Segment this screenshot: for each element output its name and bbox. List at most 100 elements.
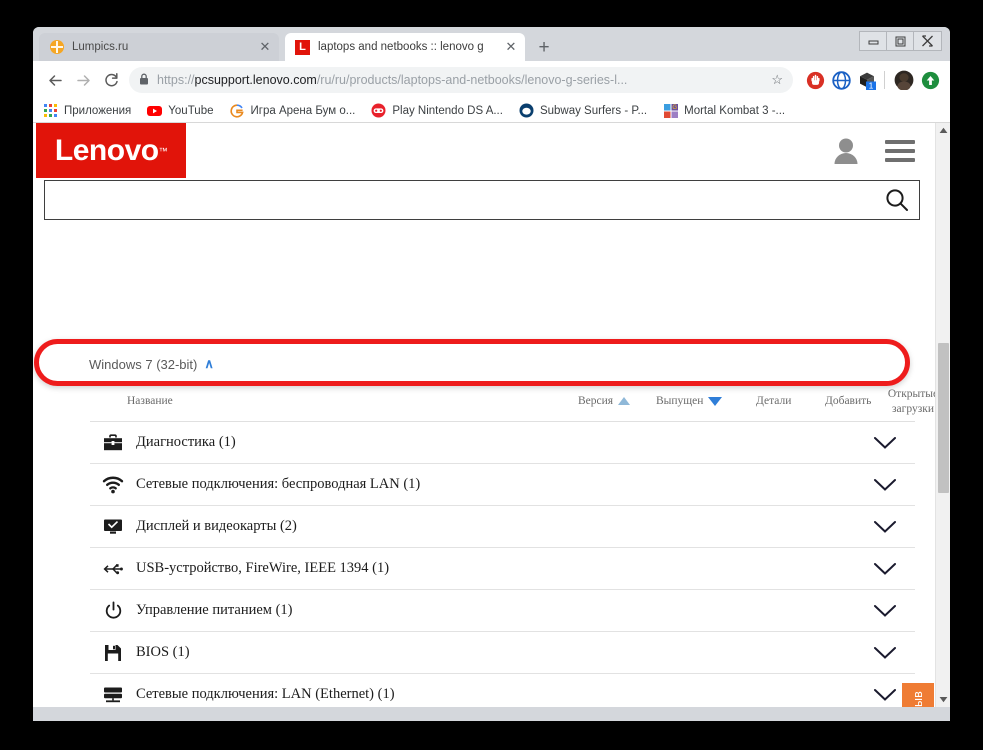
reload-icon [104,72,118,86]
row-label: Сетевые подключения: беспроводная LAN (1… [136,476,421,492]
google-g-icon [230,103,245,118]
column-header-name[interactable]: Название [127,395,173,407]
column-header-released-label: Выпущен [656,395,704,407]
apps-grid-icon [43,103,58,118]
star-icon[interactable]: ☆ [763,72,783,88]
search-input[interactable] [45,181,875,219]
row-label: Диагностика (1) [136,434,236,450]
table-row[interactable]: Сетевые подключения: LAN (Ethernet) (1) [90,674,915,707]
chevron-down-icon[interactable] [855,436,915,450]
new-tab-button[interactable]: + [533,38,555,60]
os-filter[interactable]: Windows 7 (32-bit) ∧ [89,356,214,372]
minimize-button[interactable] [860,32,887,50]
browser-window: Lumpics.ru ✕ L laptops and netbooks :: l… [33,27,950,721]
person-icon[interactable] [833,137,859,165]
bookmarks-bar: Приложения YouTube Игра Арена Бум о... P… [33,99,950,123]
site-header: Lenovo ™ [33,123,935,178]
browser-tab-lenovo[interactable]: L laptops and netbooks :: lenovo g ✕ [285,33,525,61]
browser-toolbar: https://pcsupport.lenovo.com/ru/ru/produ… [33,61,950,99]
table-row[interactable]: USB-устройство, FireWire, IEEE 1394 (1) [90,548,915,590]
table-row[interactable]: Дисплей и видеокарты (2) [90,506,915,548]
table-header-row: Название Версия Выпущен Детали Добавить … [90,382,935,422]
table-row[interactable]: Сетевые подключения: беспроводная LAN (1… [90,464,915,506]
lenovo-l-icon: L [295,39,310,55]
bookmark-play-nintendo[interactable]: Play Nintendo DS A... [371,103,503,118]
page-scrollbar[interactable] [935,123,950,707]
back-arrow-icon [48,74,62,86]
address-bar[interactable]: https://pcsupport.lenovo.com/ru/ru/produ… [129,67,793,93]
sort-ascending-icon [618,397,631,405]
bookmark-subway-surfers[interactable]: Subway Surfers - P... [519,103,647,118]
youtube-icon [147,103,163,118]
bookmark-youtube[interactable]: YouTube [147,103,214,118]
chevron-down-icon[interactable] [855,520,915,534]
column-header-open-downloads: Открытые загрузки [887,388,935,415]
power-icon [90,601,136,620]
bookmark-label: Play Nintendo DS A... [392,104,503,117]
chevron-down-icon[interactable] [855,646,915,660]
site-header-actions [833,137,935,165]
screenshot-root: Lumpics.ru ✕ L laptops and netbooks :: l… [0,0,983,750]
lenovo-logo[interactable]: Lenovo ™ [36,123,186,178]
chevron-down-icon[interactable] [855,604,915,618]
bookmark-label: Игра Арена Бум о... [250,104,356,117]
package-icon[interactable]: 1 [855,68,879,92]
table-row[interactable]: Диагностика (1) [90,422,915,464]
toolbar-divider [884,71,885,89]
update-icon[interactable] [918,68,942,92]
table-row[interactable]: Управление питанием (1) [90,590,915,632]
orange-flower-icon [49,40,64,55]
row-label: Дисплей и видеокарты (2) [136,518,297,534]
lock-icon [139,73,149,88]
close-button[interactable] [914,32,941,50]
column-header-released[interactable]: Выпущен [656,395,723,407]
svg-text:1: 1 [869,81,874,91]
forward-button[interactable] [69,66,97,94]
bookmark-label: Subway Surfers - P... [539,104,648,117]
feedback-label: Отзыв [911,691,925,707]
maximize-icon [895,36,905,46]
scrollbar-thumb[interactable] [938,343,949,493]
site-search [44,180,920,220]
search-icon[interactable] [875,187,919,213]
row-label: BIOS (1) [136,644,190,660]
maximize-button[interactable] [887,32,914,50]
opera-circle-icon [519,103,534,118]
bookmark-mortal-kombat[interactable]: G Mortal Kombat 3 -... [663,103,785,118]
trademark-mark: ™ [158,145,168,156]
close-icon[interactable]: ✕ [257,40,273,54]
reload-button[interactable] [97,66,125,94]
toolbox-icon [90,433,136,452]
monitor-icon [90,518,136,535]
os-filter-label: Windows 7 (32-bit) [89,356,198,372]
page-viewport: Windows 7 (32-bit) ∧ Название Версия Вып… [33,123,950,707]
svg-text:G: G [672,105,677,111]
feedback-tab[interactable]: Отзыв [+] [902,683,934,707]
tab-title: laptops and netbooks :: lenovo g [318,41,484,53]
lenovo-wordmark: Lenovo [54,133,159,167]
close-icon [922,35,933,47]
back-button[interactable] [41,66,69,94]
scrollbar-down-arrow[interactable] [936,692,950,707]
bookmark-label: YouTube [168,104,214,117]
hamburger-menu-icon[interactable] [885,139,915,162]
browser-tab-lumpics[interactable]: Lumpics.ru ✕ [39,33,279,61]
chevron-down-icon[interactable] [855,562,915,576]
column-header-details: Детали [756,395,792,407]
tiles-icon: G [663,103,678,118]
bookmark-apps[interactable]: Приложения [43,103,131,118]
scrollbar-up-arrow[interactable] [936,123,950,138]
column-header-version[interactable]: Версия [578,395,631,407]
bookmark-label: Mortal Kombat 3 -... [684,104,786,117]
table-row[interactable]: BIOS (1) [90,632,915,674]
column-header-version-label: Версия [578,395,614,407]
adblock-icon[interactable] [803,68,827,92]
globe-icon[interactable] [829,68,853,92]
window-controls [859,31,942,51]
ethernet-icon [90,686,136,704]
chevron-down-icon[interactable] [855,478,915,492]
avatar[interactable] [892,68,916,92]
bookmark-igra-arena[interactable]: Игра Арена Бум о... [230,103,356,118]
close-icon[interactable]: ✕ [503,40,519,54]
row-label: Сетевые подключения: LAN (Ethernet) (1) [136,686,395,702]
